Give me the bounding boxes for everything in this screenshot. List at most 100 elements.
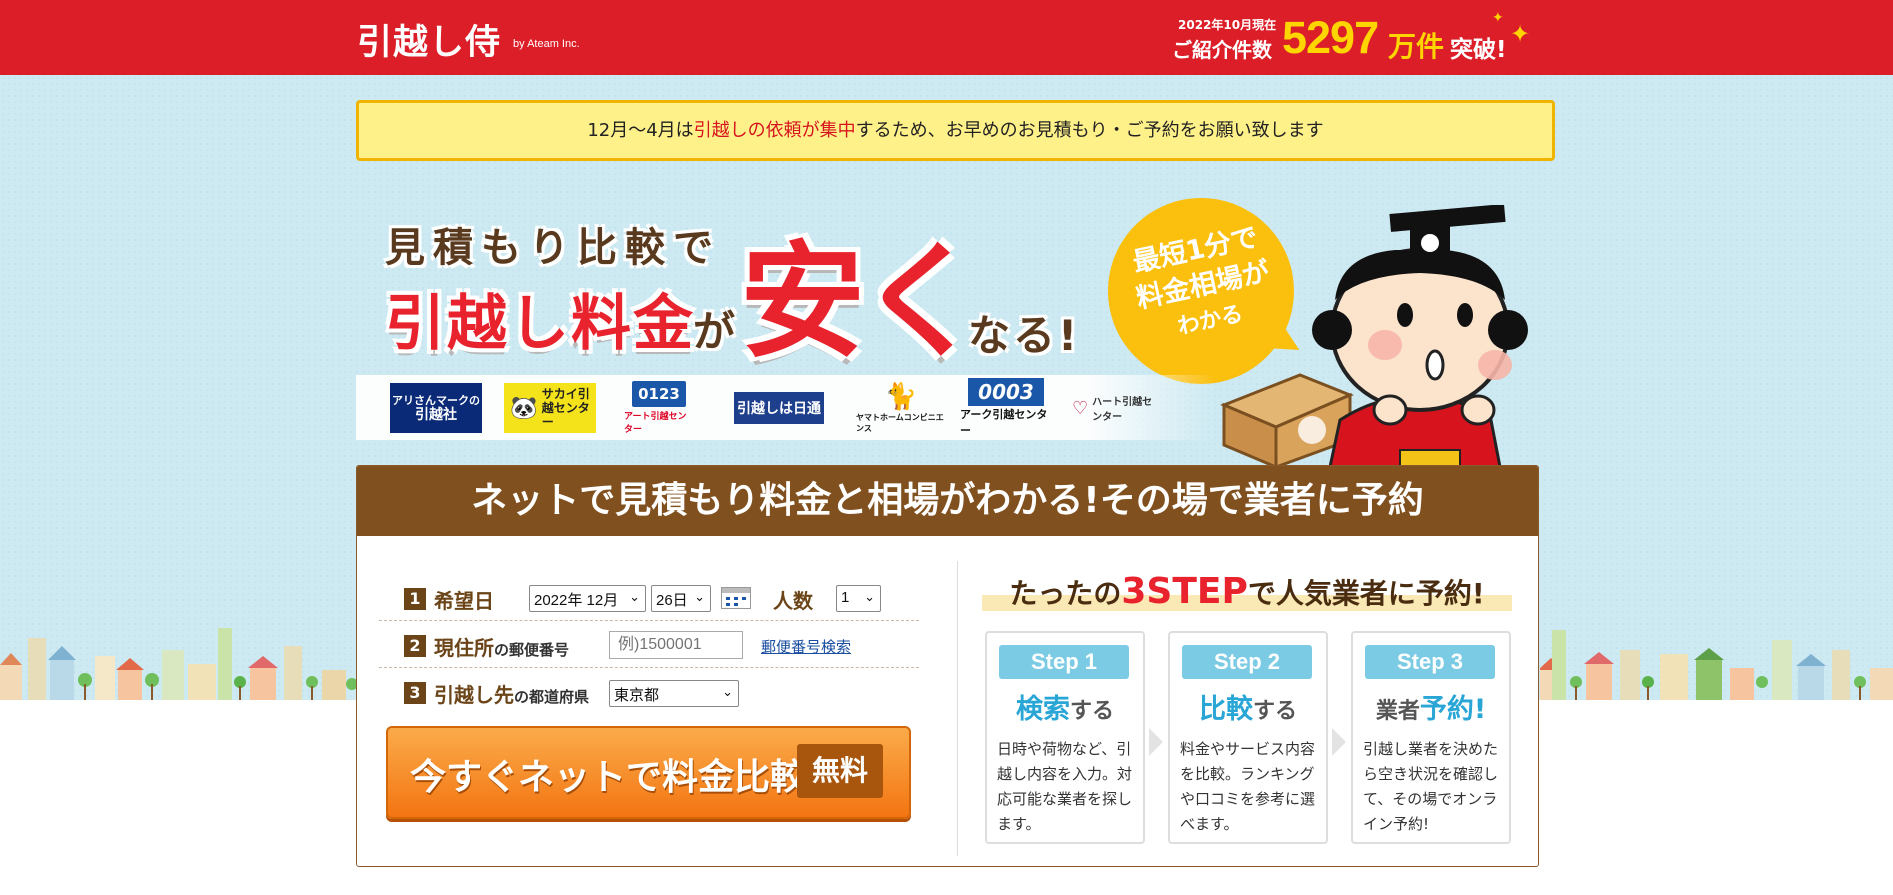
logo-hikkoshisha: アリさんマークの 引越社 bbox=[390, 383, 482, 433]
chevron-down-icon: ⌄ bbox=[629, 589, 640, 604]
logo-art-number: 0123 bbox=[632, 381, 686, 407]
panel-title: ネットで見積もり料金と相場がわかる!その場で業者に予約 bbox=[357, 466, 1538, 536]
step-description: 引越し業者を決めたら空き状況を確認して、その場でオンライン予約! bbox=[1363, 740, 1499, 833]
logo-ark-number: 0003 bbox=[968, 378, 1044, 406]
zip-label-sub: の郵便番号 bbox=[494, 641, 570, 659]
referral-suffix: 突破! bbox=[1450, 37, 1507, 63]
notice-prefix: 12月〜4月は bbox=[587, 120, 694, 141]
hero-headline-particle: が bbox=[693, 307, 736, 356]
step-heading-tail: する bbox=[1252, 699, 1297, 724]
referral-label: ご紹介件数 bbox=[1172, 38, 1272, 62]
busy-season-notice: 12月〜4月は引越しの依頼が集中するため、お早めのお見積もり・ご予約をお願い致し… bbox=[356, 100, 1555, 161]
destination-label-sub: の都道府県 bbox=[514, 688, 590, 706]
logo-sakai: 🐼 サカイ引越センター bbox=[504, 383, 596, 433]
notice-suffix: するため、お早めのお見積もり・ご予約をお願い致します bbox=[855, 120, 1324, 141]
panda-icon: 🐼 bbox=[510, 395, 538, 421]
step-card-search: Step 1 検索する 日時や荷物など、引越し内容を入力。対応可能な業者を探しま… bbox=[985, 631, 1145, 844]
chevron-down-icon: ⌄ bbox=[694, 589, 705, 604]
chevron-down-icon: ⌄ bbox=[722, 684, 733, 699]
day-select[interactable]: 26日 ⌄ bbox=[651, 585, 711, 612]
steps-title-big: 3STEP bbox=[1121, 571, 1248, 612]
logo-art-caption: アート引越センター bbox=[624, 412, 687, 435]
logo-nittsu: 引越しは日通 bbox=[734, 392, 824, 424]
free-badge: 無料 bbox=[797, 744, 883, 798]
logo-hikkoshisha-line2: 引越社 bbox=[415, 407, 457, 423]
form-row-date: 1 希望日 2022年 12月 ⌄ 26日 ⌄ 人数 1 ⌄ bbox=[379, 576, 919, 621]
logo-ark-caption: アーク引越センター bbox=[960, 408, 1048, 437]
hero-headline-line1: 見積もり比較で bbox=[385, 225, 721, 271]
step-number-2: 2 bbox=[404, 635, 426, 657]
step-heading-pre: 業者 bbox=[1375, 699, 1420, 724]
compare-now-button[interactable]: 今すぐネットで料金比較 無料 bbox=[386, 726, 911, 819]
town-illustration-left bbox=[0, 628, 358, 700]
step-arrow-icon bbox=[1332, 728, 1346, 756]
logo-yamato-text: ヤマトホームコンビニエンス bbox=[856, 413, 944, 433]
calendar-icon[interactable] bbox=[721, 587, 751, 609]
step-heading: 業者予約! bbox=[1353, 687, 1509, 726]
site-logo[interactable]: 引越し侍 bbox=[357, 14, 501, 65]
sparkle-icon: ✦ bbox=[1510, 20, 1531, 48]
form-row-zip: 2 現住所の郵便番号 郵便番号検索 bbox=[379, 623, 919, 668]
logo-sakai-text: サカイ引越センター bbox=[541, 387, 590, 429]
date-label: 希望日 bbox=[434, 589, 494, 613]
step-card-reserve: Step 3 業者予約! 引越し業者を決めたら空き状況を確認して、その場でオンラ… bbox=[1351, 631, 1511, 844]
referral-count-banner: 2022年10月現在 ご紹介件数 5297 万件 突破! ✦ ✦ bbox=[1170, 10, 1530, 64]
moving-company-logos: アリさんマークの 引越社 🐼 サカイ引越センター 0123 アート引越センター … bbox=[356, 375, 1216, 440]
step-heading-tail: する bbox=[1069, 699, 1114, 724]
logo-byline: by Ateam Inc. bbox=[513, 38, 580, 50]
referral-count: 5297 bbox=[1282, 12, 1379, 63]
site-header: 引越し侍 by Ateam Inc. 2022年10月現在 ご紹介件数 5297… bbox=[0, 0, 1893, 75]
step-description: 料金やサービス内容を比較。ランキングや口コミを参考に選べます。 bbox=[1180, 740, 1316, 833]
sparkle-icon: ✦ bbox=[1492, 10, 1504, 26]
steps-title-suffix: で人気業者に予約! bbox=[1247, 577, 1485, 610]
year-month-value: 2022年 12月 bbox=[534, 592, 619, 609]
step-heading-keyword: 予約! bbox=[1419, 694, 1487, 725]
step-heading-keyword: 検索 bbox=[1015, 694, 1070, 725]
step-number-3: 3 bbox=[404, 682, 426, 704]
logo-hikkoshisha-line1: アリさんマークの bbox=[392, 394, 480, 407]
steps-title-prefix: たったの bbox=[1009, 577, 1122, 610]
hero-headline-line2: 引越し料金 bbox=[385, 289, 695, 359]
heart-icon: ♡ bbox=[1072, 397, 1089, 419]
notice-highlight: 引越しの依頼が集中 bbox=[693, 120, 856, 141]
step-badge: Step 3 bbox=[1365, 645, 1495, 679]
step-heading: 検索する bbox=[987, 687, 1143, 726]
chevron-down-icon: ⌄ bbox=[864, 589, 875, 604]
year-month-select[interactable]: 2022年 12月 ⌄ bbox=[529, 585, 646, 612]
logo-art: 0123 アート引越センター bbox=[624, 381, 694, 435]
referral-date: 2022年10月現在 bbox=[1178, 18, 1277, 32]
people-select[interactable]: 1 ⌄ bbox=[836, 585, 881, 612]
step-card-compare: Step 2 比較する 料金やサービス内容を比較。ランキングや口コミを参考に選べ… bbox=[1168, 631, 1328, 844]
step-badge: Step 1 bbox=[999, 645, 1129, 679]
estimate-panel: ネットで見積もり料金と相場がわかる!その場で業者に予約 1 希望日 2022年 … bbox=[356, 465, 1539, 867]
prefecture-select[interactable]: 東京都 ⌄ bbox=[609, 680, 739, 707]
step-arrow-icon bbox=[1149, 728, 1163, 756]
zip-search-link[interactable]: 郵便番号検索 bbox=[761, 636, 851, 657]
town-illustration-right bbox=[1540, 630, 1893, 700]
zip-label: 現住所の郵便番号 bbox=[434, 632, 569, 661]
logo-heart-text: ハート引越センター bbox=[1092, 397, 1153, 423]
step-heading: 比較する bbox=[1170, 687, 1326, 726]
panel-divider bbox=[957, 561, 958, 856]
black-cat-icon: 🐈 bbox=[884, 382, 918, 412]
cta-label: 今すぐネットで料金比較 bbox=[410, 757, 807, 798]
logo-heart: ♡ ハート引越センター bbox=[1072, 383, 1162, 433]
day-value: 26日 bbox=[656, 592, 688, 609]
logo-ark: 0003 アーク引越センター bbox=[960, 378, 1052, 437]
prefecture-value: 東京都 bbox=[614, 687, 660, 704]
destination-label: 引越し先の都道府県 bbox=[434, 679, 589, 708]
zip-code-input[interactable] bbox=[609, 631, 743, 659]
three-step-title: たったの3STEPで人気業者に予約! bbox=[982, 571, 1512, 612]
step-description: 日時や荷物など、引越し内容を入力。対応可能な業者を探します。 bbox=[997, 740, 1133, 833]
logo-yamato: 🐈 ヤマトホームコンビニエンス bbox=[856, 382, 946, 433]
step-heading-keyword: 比較 bbox=[1198, 694, 1253, 725]
hero-headline-cheap: 安く bbox=[740, 230, 984, 375]
hero-headline-ending: なる! bbox=[968, 311, 1081, 360]
referral-unit: 万件 bbox=[1388, 30, 1445, 63]
destination-label-main: 引越し先 bbox=[434, 683, 514, 707]
samurai-mascot-illustration bbox=[1220, 205, 1528, 467]
step-number-1: 1 bbox=[404, 588, 426, 610]
form-row-prefecture: 3 引越し先の都道府県 東京都 ⌄ bbox=[379, 670, 919, 715]
people-value: 1 bbox=[841, 589, 850, 606]
people-label: 人数 bbox=[773, 589, 813, 613]
